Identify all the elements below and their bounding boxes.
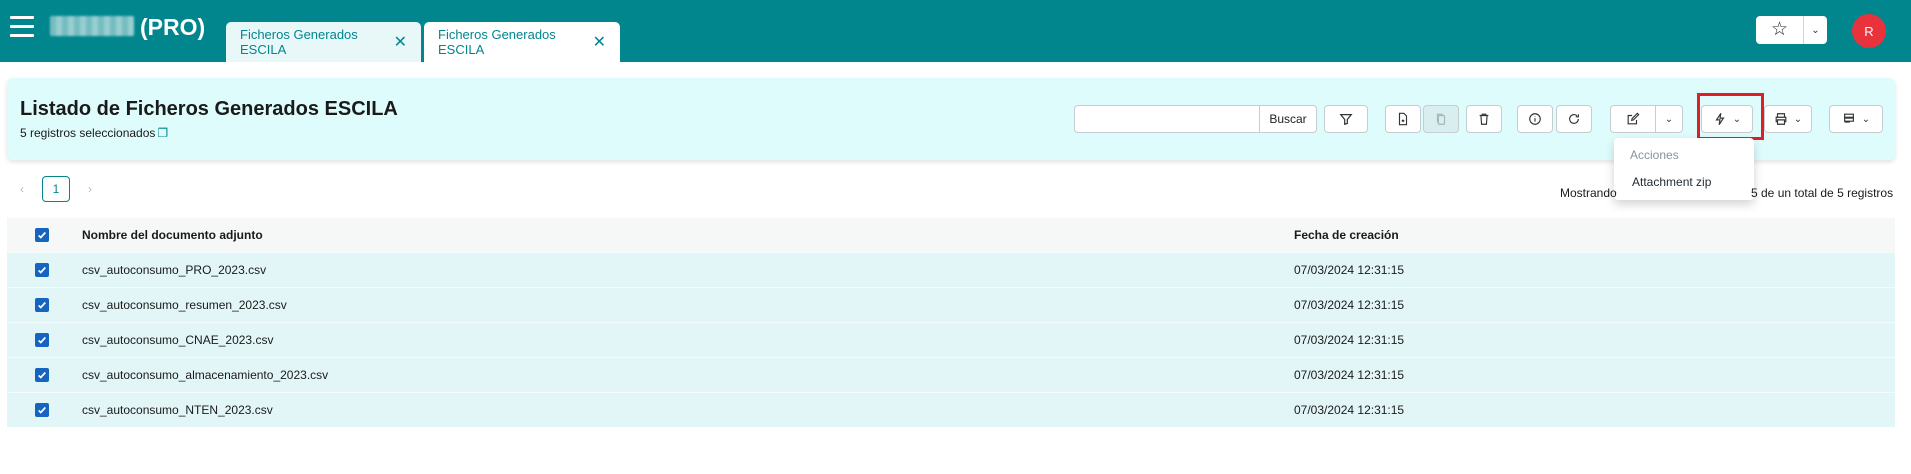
page-button[interactable]: 1 (42, 176, 70, 202)
selection-count: 5 registros seleccionados ❐ (20, 126, 168, 140)
menu-item-attachment-zip[interactable]: Attachment zip (1632, 175, 1711, 189)
chevron-down-icon[interactable]: ⌄ (1804, 25, 1827, 36)
actions-dropdown-menu: Acciones Attachment zip (1614, 138, 1754, 200)
creation-date: 07/03/2024 12:31:15 (1294, 263, 1405, 277)
showing-total: 5 de un total de 5 registros (1751, 186, 1894, 200)
table-row[interactable]: csv_autoconsumo_PRO_2023.csv 07/03/2024 … (7, 252, 1895, 287)
row-checkbox[interactable] (35, 263, 49, 277)
document-name: csv_autoconsumo_CNAE_2023.csv (82, 333, 274, 347)
chevron-left-icon[interactable]: ‹ (14, 182, 30, 196)
chevron-down-icon: ⌄ (1861, 113, 1871, 125)
showing-label: Mostrando (1560, 186, 1617, 200)
page-title: Listado de Ficheros Generados ESCILA (20, 98, 398, 120)
selection-count-text: 5 registros seleccionados (20, 126, 156, 140)
chevron-right-icon[interactable]: › (82, 182, 98, 196)
actions-button-highlight (1697, 93, 1764, 140)
search-input[interactable] (1074, 105, 1260, 133)
refresh-button[interactable] (1556, 105, 1592, 133)
edit-button[interactable] (1610, 105, 1656, 133)
column-header-date[interactable]: Fecha de creación (1294, 218, 1399, 252)
close-icon[interactable]: ✕ (593, 32, 606, 52)
filter-button[interactable] (1324, 105, 1368, 133)
table-row[interactable]: csv_autoconsumo_CNAE_2023.csv 07/03/2024… (7, 322, 1895, 357)
check-icon (38, 231, 46, 239)
edit-icon (1627, 112, 1640, 125)
tab-label: Ficheros Generados ESCILA (438, 27, 556, 57)
tab-label: Ficheros Generados ESCILA (240, 27, 358, 57)
document-name: csv_autoconsumo_PRO_2023.csv (82, 263, 267, 277)
database-icon (1843, 113, 1854, 123)
document-name: csv_autoconsumo_NTEN_2023.csv (82, 403, 273, 417)
copy-icon[interactable]: ❐ (157, 126, 168, 140)
search-button[interactable]: Buscar (1259, 105, 1317, 133)
check-icon (38, 371, 46, 379)
check-icon (38, 336, 46, 344)
table-row[interactable]: csv_autoconsumo_almacenamiento_2023.csv … (7, 357, 1895, 392)
info-button[interactable] (1517, 105, 1553, 133)
close-icon[interactable]: ✕ (394, 32, 407, 52)
top-bar: (PRO) Ficheros Generados ESCILA ✕ Ficher… (0, 0, 1911, 62)
creation-date: 07/03/2024 12:31:15 (1294, 368, 1405, 382)
check-icon (38, 266, 46, 274)
file-icon (1398, 112, 1408, 126)
app-title: (PRO) (140, 14, 206, 40)
delete-button[interactable] (1466, 105, 1502, 133)
tab-ficheros-generados-1[interactable]: Ficheros Generados ESCILA ✕ (226, 22, 421, 62)
pagination: ‹ 1 › (14, 176, 98, 202)
print-button[interactable]: ⌄ (1764, 105, 1812, 133)
document-name: csv_autoconsumo_almacenamiento_2023.csv (82, 368, 329, 382)
chevron-down-icon: ⌄ (1664, 113, 1674, 125)
printer-icon (1775, 113, 1787, 125)
new-document-button[interactable] (1385, 105, 1421, 133)
refresh-icon (1569, 114, 1579, 124)
dropdown-header: Acciones (1630, 148, 1679, 162)
filter-icon (1339, 114, 1353, 126)
tab-ficheros-generados-2[interactable]: Ficheros Generados ESCILA ✕ (424, 22, 620, 62)
edit-options-button[interactable]: ⌄ (1655, 105, 1683, 133)
chevron-down-icon: ⌄ (1793, 113, 1803, 125)
trash-icon (1479, 113, 1489, 125)
check-icon (38, 301, 46, 309)
export-button[interactable]: ⌄ (1829, 105, 1883, 133)
row-checkbox[interactable] (35, 333, 49, 347)
row-checkbox[interactable] (35, 403, 49, 417)
table-row[interactable]: csv_autoconsumo_NTEN_2023.csv 07/03/2024… (7, 392, 1895, 427)
creation-date: 07/03/2024 12:31:15 (1294, 333, 1405, 347)
creation-date: 07/03/2024 12:31:15 (1294, 298, 1405, 312)
copy-button[interactable] (1423, 105, 1459, 133)
column-header-name[interactable]: Nombre del documento adjunto (82, 218, 263, 252)
user-avatar[interactable]: R (1852, 14, 1886, 48)
star-icon[interactable]: ☆ (1756, 16, 1804, 44)
menu-icon[interactable] (10, 16, 34, 38)
check-icon (38, 406, 46, 414)
table-header: Nombre del documento adjunto Fecha de cr… (7, 218, 1895, 252)
favorites-button-group: ☆ ⌄ (1756, 16, 1827, 44)
creation-date: 07/03/2024 12:31:15 (1294, 403, 1405, 417)
document-name: csv_autoconsumo_resumen_2023.csv (82, 298, 287, 312)
info-icon (1529, 113, 1541, 125)
select-all-checkbox[interactable] (35, 228, 49, 242)
copy-icon (1436, 113, 1446, 125)
app-logo (50, 16, 134, 36)
row-checkbox[interactable] (35, 368, 49, 382)
table-row[interactable]: csv_autoconsumo_resumen_2023.csv 07/03/2… (7, 287, 1895, 322)
row-checkbox[interactable] (35, 298, 49, 312)
